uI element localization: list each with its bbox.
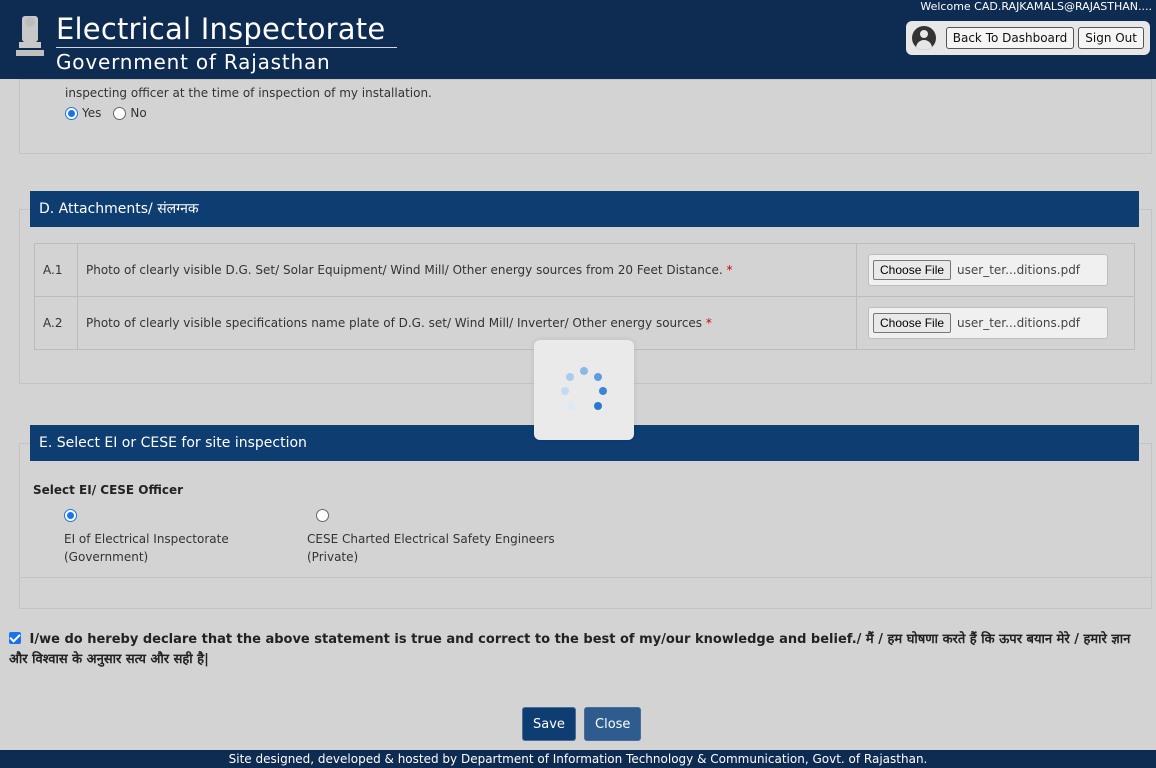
consent-radio-group: Yes No	[65, 106, 147, 120]
select-officer-label: Select EI/ CESE Officer	[33, 483, 184, 497]
yes-label: Yes	[82, 106, 102, 120]
declaration-checkbox[interactable]	[9, 631, 21, 644]
spinner-dot	[594, 402, 602, 410]
description-text: Photo of clearly visible specifications …	[86, 316, 703, 330]
declaration: I/we do hereby declare that the above st…	[9, 630, 1139, 670]
cese-radio[interactable]	[316, 509, 329, 522]
spinner-dot	[580, 367, 588, 375]
app-subtitle: Government of Rajasthan	[56, 50, 331, 74]
attachments-section-header: D. Attachments/ संलग्नक	[30, 191, 1139, 227]
back-to-dashboard-button[interactable]: Back To Dashboard	[945, 27, 1075, 49]
no-radio[interactable]	[113, 106, 127, 120]
panel-divider	[20, 577, 1151, 578]
spinner-dot	[599, 387, 607, 395]
ei-option-label: EI of Electrical Inspectorate (Governmen…	[64, 530, 229, 566]
attachments-table: A.1 Photo of clearly visible D.G. Set/ S…	[34, 243, 1135, 350]
previous-section-panel: inspecting officer at the time of inspec…	[19, 79, 1152, 154]
sign-out-button[interactable]: Sign Out	[1078, 27, 1144, 49]
cese-option-label: CESE Charted Electrical Safety Engineers…	[307, 530, 555, 566]
avatar-icon	[911, 26, 936, 50]
cese-option-line2: (Private)	[307, 550, 359, 564]
inspection-consent-text: inspecting officer at the time of inspec…	[65, 86, 432, 100]
choose-file-button[interactable]: Choose File	[873, 313, 952, 333]
file-cell: Choose File user_ter...ditions.pdf	[856, 296, 1135, 350]
file-input[interactable]: Choose File user_ter...ditions.pdf	[868, 254, 1108, 286]
ei-option-line2: (Government)	[64, 550, 149, 564]
row-id: A.1	[34, 243, 78, 297]
choose-file-button[interactable]: Choose File	[873, 260, 952, 280]
ei-radio[interactable]	[64, 509, 77, 522]
row-id: A.2	[34, 296, 78, 350]
loading-spinner	[534, 340, 634, 440]
required-mark: *	[705, 316, 712, 330]
no-label: No	[130, 106, 147, 120]
file-input[interactable]: Choose File user_ter...ditions.pdf	[868, 307, 1108, 339]
cese-option-line1: CESE Charted Electrical Safety Engineers	[307, 532, 555, 546]
description-text: Photo of clearly visible D.G. Set/ Solar…	[86, 263, 723, 277]
save-button[interactable]: Save	[522, 707, 576, 741]
close-button[interactable]: Close	[584, 707, 642, 741]
user-toolbar: Back To Dashboard Sign Out	[905, 21, 1150, 55]
inspection-panel	[19, 443, 1152, 609]
welcome-text: Welcome CAD.RAJKAMALS@RAJASTHAN....	[920, 0, 1152, 13]
spinner-dot	[561, 387, 569, 395]
required-mark: *	[726, 263, 733, 277]
file-cell: Choose File user_ter...ditions.pdf	[856, 243, 1135, 297]
row-description: Photo of clearly visible D.G. Set/ Solar…	[77, 243, 857, 297]
file-name: user_ter...ditions.pdf	[957, 316, 1081, 330]
ei-option-line1: EI of Electrical Inspectorate	[64, 532, 229, 546]
declaration-text: I/we do hereby declare that the above st…	[9, 632, 1131, 667]
yes-radio[interactable]	[65, 106, 78, 120]
footer: Site designed, developed & hosted by Dep…	[0, 750, 1156, 768]
file-name: user_ter...ditions.pdf	[957, 263, 1081, 277]
spinner-dot	[566, 373, 574, 381]
state-emblem-icon	[13, 12, 47, 60]
table-row: A.1 Photo of clearly visible D.G. Set/ S…	[34, 243, 1135, 297]
app-title: Electrical Inspectorate	[56, 12, 398, 48]
spinner-dot	[567, 402, 575, 410]
spinner-dot	[594, 373, 602, 381]
app-header: Electrical Inspectorate Government of Ra…	[0, 0, 1156, 79]
checkmark-icon	[9, 631, 21, 643]
row-description: Photo of clearly visible specifications …	[77, 296, 857, 350]
